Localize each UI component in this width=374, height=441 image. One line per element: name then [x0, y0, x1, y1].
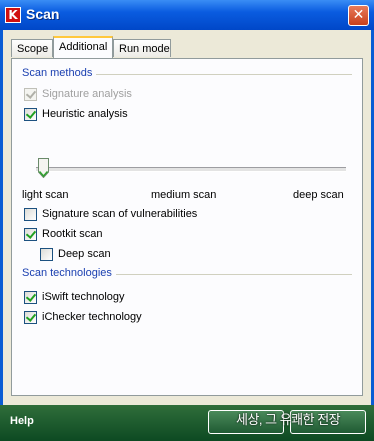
deep-scan-label[interactable]: Deep scan [58, 248, 111, 260]
heuristic-analysis-option[interactable]: Heuristic analysis [24, 107, 128, 121]
scan-methods-heading: Scan methods [22, 67, 97, 79]
rootkit-scan-label[interactable]: Rootkit scan [42, 228, 103, 240]
scan-level-slider-track[interactable] [36, 167, 346, 172]
iswift-option[interactable]: iSwift technology [24, 290, 125, 304]
signature-vulnerabilities-label[interactable]: Signature scan of vulnerabilities [42, 208, 197, 220]
slider-label-deep: deep scan [293, 189, 344, 201]
iswift-label[interactable]: iSwift technology [42, 291, 125, 303]
ichecker-checkbox[interactable] [24, 310, 37, 324]
ichecker-label[interactable]: iChecker technology [42, 311, 142, 323]
signature-analysis-checkbox [24, 87, 37, 101]
signature-vulnerabilities-option[interactable]: Signature scan of vulnerabilities [24, 207, 197, 221]
scan-level-slider-thumb[interactable] [38, 158, 49, 178]
iswift-checkbox[interactable] [24, 290, 37, 304]
help-link[interactable]: Help [10, 415, 34, 427]
tab-run-mode[interactable]: Run mode [113, 39, 171, 57]
watermark-text: 세상, 그 유쾌한 전장 [236, 412, 341, 427]
scan-settings-window: K Scan ✕ Scope Additional Run mode Scan … [0, 0, 374, 441]
heuristic-analysis-checkbox[interactable] [24, 107, 37, 121]
dialog-body: Scope Additional Run mode Scan methods S… [3, 30, 371, 405]
scan-technologies-heading: Scan technologies [22, 267, 116, 279]
tab-panel-additional: Scan methods Signature analysis Heuristi… [11, 58, 363, 396]
window-title: Scan [26, 6, 60, 22]
signature-vulnerabilities-checkbox[interactable] [24, 207, 37, 221]
rootkit-scan-option[interactable]: Rootkit scan [24, 227, 103, 241]
deep-scan-checkbox[interactable] [40, 247, 53, 261]
tab-scope[interactable]: Scope [11, 39, 53, 57]
ichecker-option[interactable]: iChecker technology [24, 310, 142, 324]
title-bar[interactable]: K Scan ✕ [0, 0, 374, 30]
signature-analysis-label: Signature analysis [42, 88, 132, 100]
slider-label-light: light scan [22, 189, 69, 201]
slider-label-medium: medium scan [151, 189, 217, 201]
close-button[interactable]: ✕ [348, 5, 369, 26]
tab-additional[interactable]: Additional [53, 36, 113, 58]
kaspersky-logo-icon: K [5, 7, 21, 23]
signature-analysis-option: Signature analysis [24, 87, 132, 101]
deep-scan-option[interactable]: Deep scan [40, 247, 111, 261]
heuristic-analysis-label[interactable]: Heuristic analysis [42, 108, 128, 120]
rootkit-scan-checkbox[interactable] [24, 227, 37, 241]
